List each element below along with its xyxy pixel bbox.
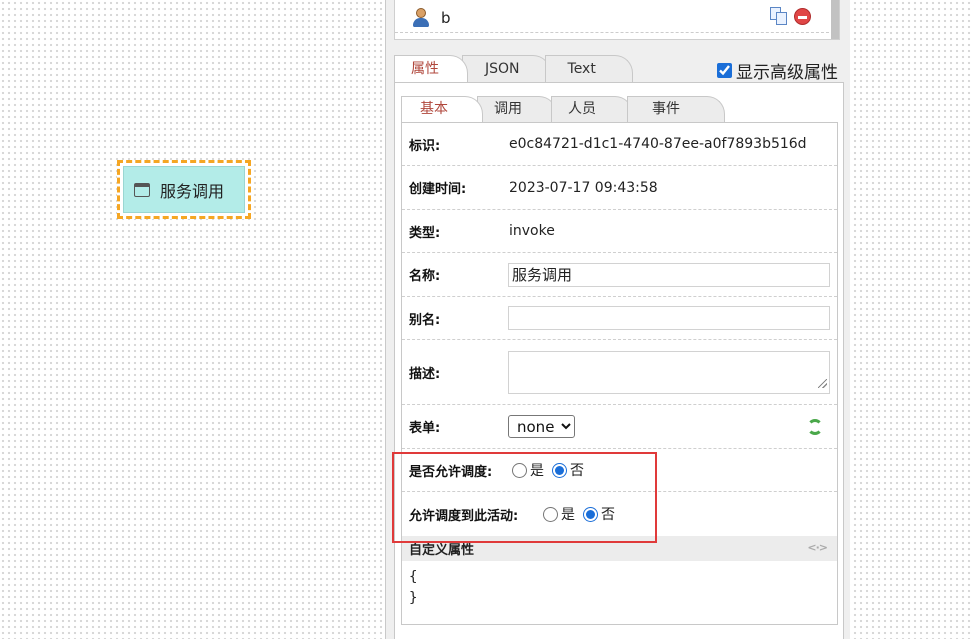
tab-basic[interactable]: 基本 [401, 96, 483, 122]
allow-dispatch-no[interactable]: 否 [552, 460, 584, 480]
tab-properties[interactable]: 属性 [394, 55, 468, 82]
form-row-form: 表单: none [402, 405, 837, 449]
name-label: 名称: [409, 269, 441, 284]
name-input[interactable] [508, 262, 830, 287]
show-advanced-label: 显示高级属性 [736, 63, 838, 83]
alias-input[interactable] [508, 306, 830, 330]
allow-dispatch-yes[interactable]: 是 [512, 460, 544, 480]
description-textarea[interactable] [508, 350, 830, 394]
delete-icon[interactable] [794, 7, 811, 25]
node-label: 服务调用 [160, 181, 225, 201]
form-select[interactable]: none [508, 415, 575, 438]
type-value: invoke [509, 223, 555, 239]
form-label: 表单: [409, 421, 441, 436]
tab-events[interactable]: 事件 [627, 96, 725, 122]
service-invoke-node-body[interactable]: 服务调用 [123, 166, 245, 213]
form-row-alias: 别名: [402, 297, 837, 340]
code-icon[interactable]: <·> [807, 541, 828, 554]
allow-dispatch-yes-radio[interactable] [512, 462, 527, 478]
allow-dispatch-radios: 是 否 [512, 460, 592, 480]
allow-dispatch-to-no-radio[interactable] [583, 506, 598, 522]
id-label: 标识: [409, 138, 441, 154]
list-item[interactable]: b [395, 3, 839, 33]
properties-tab-body: 基本 调用 人员 事件 标识: e0c84721-d1c1-4740-87ee-… [394, 82, 844, 639]
allow-dispatch-to-label: 允许调度到此活动: [409, 508, 519, 524]
basic-form: 标识: e0c84721-d1c1-4740-87ee-a0f7893b516d… [401, 122, 838, 625]
scrollbar[interactable] [831, 0, 839, 39]
created-value: 2023-07-17 09:43:58 [509, 179, 658, 196]
outline-list: b [394, 0, 840, 40]
id-value: e0c84721-d1c1-4740-87ee-a0f7893b516d [509, 136, 807, 152]
tab-json[interactable]: JSON [462, 55, 551, 82]
form-row-description: 描述: [402, 340, 837, 405]
allow-dispatch-no-radio[interactable] [552, 462, 567, 478]
resize-grip-icon[interactable] [818, 379, 827, 388]
sub-tabs: 基本 调用 人员 事件 [401, 96, 725, 122]
description-label: 描述: [409, 366, 441, 382]
created-label: 创建时间: [409, 182, 467, 197]
custom-properties: 自定义属性 <·> { } [402, 536, 837, 626]
tab-invoke[interactable]: 调用 [477, 96, 557, 122]
show-advanced-toggle[interactable]: 显示高级属性 [717, 58, 838, 83]
form-row-name: 名称: [402, 253, 837, 297]
user-label: b [441, 8, 451, 27]
allow-dispatch-to-no[interactable]: 否 [583, 504, 615, 524]
properties-panel: b 属性 JSON Text 显示高级属性 基本 调用 人员 事件 标识: e0… [385, 0, 850, 639]
allow-dispatch-to-yes[interactable]: 是 [543, 504, 575, 524]
tab-text[interactable]: Text [544, 55, 633, 82]
custom-properties-editor[interactable]: { } [402, 561, 837, 615]
form-row-id: 标识: e0c84721-d1c1-4740-87ee-a0f7893b516d [402, 123, 837, 166]
user-icon [411, 7, 431, 28]
tab-people[interactable]: 人员 [551, 96, 633, 122]
form-row-type: 类型: invoke [402, 210, 837, 253]
custom-properties-header: 自定义属性 <·> [402, 536, 837, 561]
window-icon [134, 182, 150, 197]
allow-dispatch-to-radios: 是 否 [543, 504, 623, 524]
alias-label: 别名: [409, 312, 441, 328]
custom-properties-title: 自定义属性 [409, 543, 475, 558]
type-label: 类型: [409, 225, 441, 241]
top-tabs: 属性 JSON Text [394, 55, 633, 82]
service-invoke-node[interactable]: 服务调用 [117, 160, 251, 219]
form-row-allow-dispatch: 是否允许调度: 是 否 [402, 449, 837, 492]
allow-dispatch-label: 是否允许调度: [409, 464, 493, 480]
refresh-icon[interactable] [807, 418, 823, 435]
form-row-allow-dispatch-to: 允许调度到此活动: 是 否 [402, 492, 837, 536]
copy-icon[interactable] [770, 7, 788, 25]
show-advanced-checkbox[interactable] [717, 63, 732, 78]
allow-dispatch-to-yes-radio[interactable] [543, 506, 558, 522]
form-row-created: 创建时间: 2023-07-17 09:43:58 [402, 166, 837, 210]
